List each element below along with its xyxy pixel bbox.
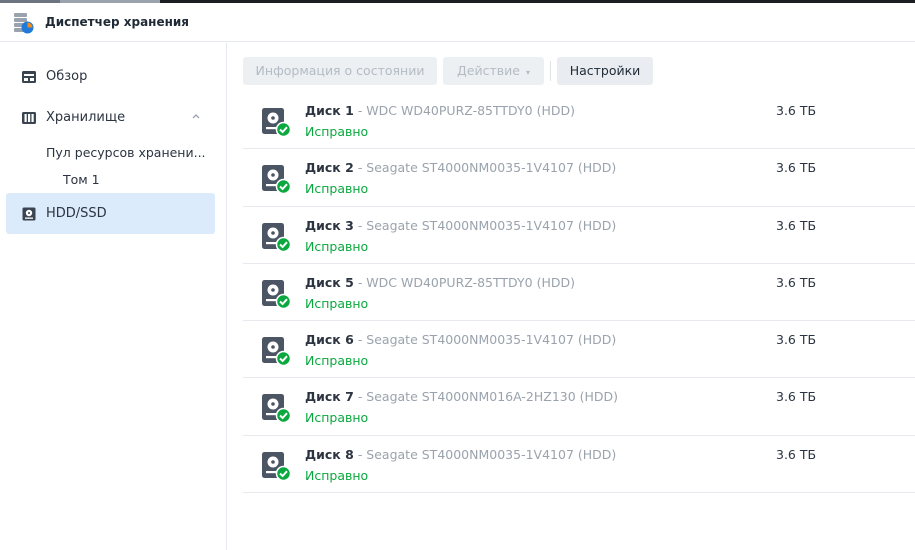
action-dropdown-button[interactable]: Действие ▾	[443, 57, 544, 85]
disk-name: Диск 2	[305, 160, 354, 176]
sidebar: Обзор Хранилище Пул ресурсов хранени... …	[0, 43, 227, 550]
disk-row[interactable]: Диск 8 - Seagate ST4000NM0035-1V4107 (HD…	[243, 436, 915, 494]
sidebar-item-hdd-ssd[interactable]: HDD/SSD	[6, 193, 215, 234]
sidebar-item-label: Обзор	[46, 69, 88, 84]
disk-healthy-icon	[262, 222, 292, 252]
app-title: Диспетчер хранения	[45, 15, 189, 29]
disk-status: Исправно	[305, 353, 369, 369]
disk-size: 3.6 ТБ	[776, 160, 817, 176]
title-bar: Диспетчер хранения	[0, 3, 915, 42]
sidebar-item-volume[interactable]: Том 1	[63, 172, 100, 187]
disk-status: Исправно	[305, 295, 369, 311]
sidebar-item-label: Хранилище	[46, 110, 126, 125]
disk-title: Диск 1 - WDC WD40PURZ-85TTDY0 (HDD)	[305, 103, 575, 118]
disk-row[interactable]: Диск 2 - Seagate ST4000NM0035-1V4107 (HD…	[243, 149, 915, 207]
disk-model: - WDC WD40PURZ-85TTDY0 (HDD)	[353, 274, 575, 290]
disk-model: - Seagate ST4000NM0035-1V4107 (HDD)	[353, 446, 617, 462]
overview-icon	[22, 71, 36, 83]
disk-name: Диск 3	[305, 217, 354, 233]
disk-name: Диск 6	[305, 332, 354, 348]
disk-title: Диск 3 - Seagate ST4000NM0035-1V4107 (HD…	[305, 218, 616, 233]
sidebar-item-storage[interactable]: Хранилище	[6, 97, 215, 138]
disk-size: 3.6 ТБ	[776, 274, 817, 290]
disk-size: 3.6 ТБ	[776, 446, 817, 462]
disk-title: Диск 7 - Seagate ST4000NM016A-2HZ130 (HD…	[305, 389, 618, 404]
disk-healthy-icon	[262, 279, 292, 310]
toolbar-separator	[550, 61, 551, 81]
disk-row[interactable]: Диск 6 - Seagate ST4000NM0035-1V4107 (HD…	[243, 321, 915, 379]
disk-title: Диск 8 - Seagate ST4000NM0035-1V4107 (HD…	[305, 447, 616, 462]
caret-down-icon: ▾	[525, 68, 530, 77]
disk-row[interactable]: Диск 3 - Seagate ST4000NM0035-1V4107 (HD…	[243, 207, 915, 264]
disk-row[interactable]: Диск 5 - WDC WD40PURZ-85TTDY0 (HDD) Испр…	[243, 264, 915, 322]
disk-name: Диск 5	[305, 274, 354, 290]
disk-title: Диск 6 - Seagate ST4000NM0035-1V4107 (HD…	[305, 332, 616, 347]
disk-size: 3.6 ТБ	[776, 332, 817, 348]
hdd-icon	[22, 207, 36, 221]
disk-name: Диск 8	[305, 446, 354, 462]
sidebar-item-label: HDD/SSD	[46, 206, 107, 221]
disk-status: Исправно	[305, 467, 369, 483]
disk-healthy-icon	[262, 108, 292, 138]
disk-healthy-icon	[262, 165, 292, 195]
disk-row[interactable]: Диск 7 - Seagate ST4000NM016A-2HZ130 (HD…	[243, 378, 915, 436]
disk-healthy-icon	[262, 451, 292, 482]
disk-healthy-icon	[262, 337, 292, 367]
disk-name: Диск 7	[305, 389, 354, 405]
disk-list: Диск 1 - WDC WD40PURZ-85TTDY0 (HDD) Испр…	[243, 92, 915, 494]
disk-model: - Seagate ST4000NM0035-1V4107 (HDD)	[353, 332, 617, 348]
disk-size: 3.6 ТБ	[776, 217, 817, 233]
disk-status: Исправно	[305, 181, 369, 197]
sidebar-item-overview[interactable]: Обзор	[6, 56, 215, 97]
disk-model: - Seagate ST4000NM0035-1V4107 (HDD)	[353, 217, 617, 233]
settings-button[interactable]: Настройки	[557, 57, 653, 85]
sidebar-item-storage-pool[interactable]: Пул ресурсов хранени...	[46, 145, 206, 160]
disk-title: Диск 5 - WDC WD40PURZ-85TTDY0 (HDD)	[305, 275, 575, 290]
disk-model: - WDC WD40PURZ-85TTDY0 (HDD)	[353, 103, 575, 118]
disk-status: Исправно	[305, 124, 369, 139]
storage-icon	[22, 112, 36, 124]
disk-status: Исправно	[305, 238, 369, 254]
action-button-label: Действие	[457, 63, 520, 78]
disk-row[interactable]: Диск 1 - WDC WD40PURZ-85TTDY0 (HDD) Испр…	[243, 92, 915, 150]
disk-title: Диск 2 - Seagate ST4000NM0035-1V4107 (HD…	[305, 160, 616, 175]
storage-manager-app-icon	[14, 13, 34, 34]
disk-model: - Seagate ST4000NM016A-2HZ130 (HDD)	[353, 389, 619, 405]
disk-size: 3.6 ТБ	[776, 103, 817, 118]
disk-size: 3.6 ТБ	[776, 389, 817, 405]
chevron-up-icon[interactable]	[190, 110, 202, 122]
disk-status: Исправно	[305, 410, 369, 426]
disk-model: - Seagate ST4000NM0035-1V4107 (HDD)	[353, 160, 617, 176]
disk-name: Диск 1	[305, 103, 354, 118]
status-info-button[interactable]: Информация о состоянии	[243, 57, 437, 85]
disk-healthy-icon	[262, 394, 292, 424]
